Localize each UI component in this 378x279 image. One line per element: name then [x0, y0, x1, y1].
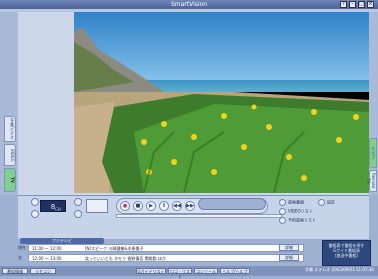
- epg-now-time: 11:00 ～ 12:00: [32, 246, 62, 251]
- stop-button[interactable]: ■: [133, 201, 143, 211]
- volume-down-button[interactable]: [74, 210, 82, 218]
- settings-option[interactable]: 設定: [318, 199, 335, 206]
- playback-status: [198, 198, 266, 210]
- epg-now-label: 現在: [18, 245, 26, 250]
- volume-meter: [86, 199, 108, 213]
- settings-label: 設定: [327, 199, 335, 205]
- rec-list-option[interactable]: 録画番組: [279, 199, 304, 206]
- tab-remote-tv[interactable]: Remote TV: [366, 170, 377, 192]
- schedule-label: 予約録画リスト: [288, 217, 316, 223]
- tv-video: [74, 12, 370, 193]
- epg-now-title: [N]スピーク 川崎健樹&木原美子: [85, 246, 144, 251]
- volume-up-button[interactable]: [74, 198, 82, 206]
- record-button[interactable]: ●: [120, 201, 130, 211]
- epg-next-detail-button[interactable]: 詳細: [279, 254, 299, 261]
- help-panel-button[interactable]: ヘルプ/ヘルプ: [220, 268, 250, 274]
- rec-list-label: 録画番組: [288, 199, 304, 205]
- tv-video-scene: [74, 12, 370, 193]
- channel-down-button[interactable]: [31, 210, 39, 218]
- remote-button[interactable]: リモコン: [30, 268, 56, 274]
- video-list-option[interactable]: VIDEOリスト: [279, 208, 313, 215]
- channel-unit: CH: [55, 207, 61, 212]
- schedule-radio[interactable]: [279, 217, 286, 224]
- channel-display: 8: [40, 200, 66, 212]
- epg-guide-line3: (放送中番組): [334, 253, 359, 258]
- fast-forward-button[interactable]: ▶▶: [185, 201, 195, 211]
- gguide-list-button[interactable]: Gガイドリスト: [136, 268, 166, 274]
- rec-list-radio[interactable]: [279, 199, 286, 206]
- epg-next-label: 次: [18, 255, 22, 260]
- program-info-button[interactable]: 番組情報: [2, 268, 28, 274]
- tab-video[interactable]: VIDEO: [4, 144, 16, 166]
- video-list-radio[interactable]: [279, 208, 286, 215]
- epg-now-detail-button[interactable]: 詳細: [279, 244, 299, 251]
- tab-tv[interactable]: TV: [4, 168, 16, 192]
- rewind-button[interactable]: ◀◀: [172, 201, 182, 211]
- tab-live[interactable]: ライブ: [369, 138, 377, 168]
- epg-row-next[interactable]: 12:00 ～ 13:00 笑っていいとも タモリ 香取慎吾 関根勤 ほか: [28, 254, 304, 262]
- epg-next-time: 12:00 ～ 13:00: [32, 256, 62, 261]
- app-title: SmartVision: [170, 1, 208, 8]
- help-button[interactable]: ?: [340, 1, 347, 8]
- schedule-option[interactable]: 予約録画リスト: [279, 217, 316, 224]
- video-list-label: VIDEOリスト: [288, 208, 313, 214]
- status-clock: 字幕 ステレオ 2003/09/03 11:07:34: [305, 267, 374, 273]
- minimize-button[interactable]: -: [349, 1, 356, 8]
- close-button[interactable]: ×: [367, 1, 374, 8]
- channel-up-button[interactable]: [31, 198, 39, 206]
- console-button[interactable]: コンソール: [194, 268, 218, 274]
- tab-photo-video[interactable]: 写真/ビデオ: [4, 116, 16, 142]
- settings-icon[interactable]: [318, 199, 325, 206]
- audio-status: 字幕 ステレオ: [305, 267, 331, 272]
- play-button[interactable]: ▶: [146, 201, 156, 211]
- epg-guide-button[interactable]: 番組表で番組を探す Gガイド番組表 (放送中番組): [322, 240, 371, 266]
- pause-button[interactable]: Ⅱ: [159, 201, 169, 211]
- epg-row-now[interactable]: 11:00 ～ 12:00 [N]スピーク 川崎健樹&木原美子: [28, 244, 304, 252]
- datetime: 2003/09/03 11:07:34: [331, 267, 374, 272]
- progress-bar[interactable]: [116, 214, 282, 218]
- maximize-button[interactable]: □: [358, 1, 365, 8]
- epg-next-title: 笑っていいとも タモリ 香取慎吾 関根勤 ほか: [85, 256, 166, 261]
- logo-list-button[interactable]: ロゴ・リスト: [168, 268, 192, 279]
